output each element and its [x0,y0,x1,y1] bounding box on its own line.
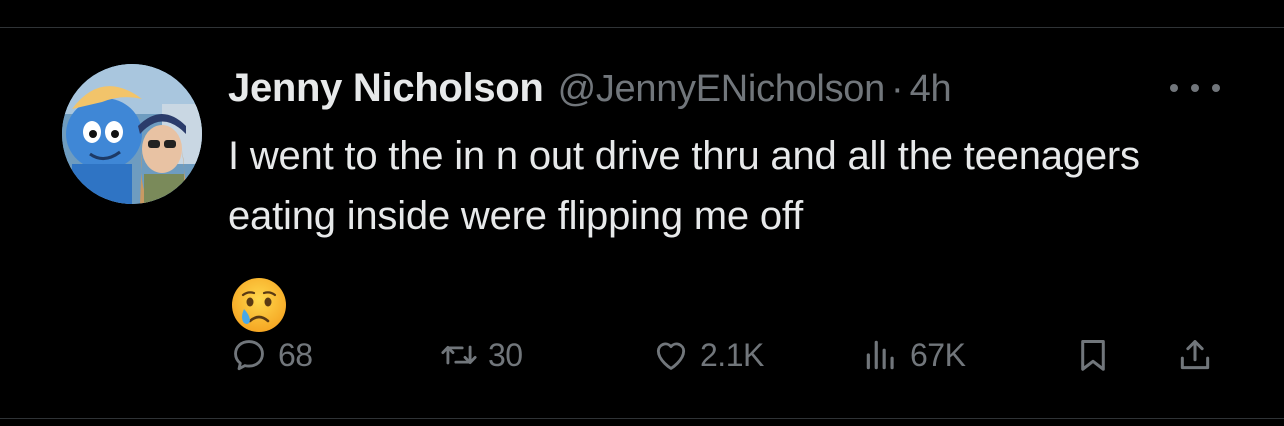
share-icon [1180,340,1210,370]
tweet-text: I went to the in n out drive thru and al… [228,134,1140,238]
avatar[interactable] [62,64,202,204]
timestamp[interactable]: 4h [910,68,952,111]
action-bar: 68 30 2.1K 67K [0,330,1284,380]
more-dot [1191,84,1199,92]
like-count: 2.1K [700,336,764,373]
bookmark-icon [1081,340,1105,371]
bottom-divider [0,418,1284,419]
crying-face-emoji [230,276,288,334]
bookmark-button[interactable] [1074,330,1112,380]
tweet[interactable]: Jenny Nicholson @JennyENicholson · 4h I … [0,28,1284,418]
retweet-button[interactable]: 30 [440,330,523,380]
more-dot [1212,84,1220,92]
more-dot [1170,84,1178,92]
reply-count: 68 [278,336,313,373]
reply-icon [234,340,264,371]
retweet-count: 30 [488,336,523,373]
tweet-header: Jenny Nicholson @JennyENicholson · 4h [228,66,952,114]
like-button[interactable]: 2.1K [652,330,764,380]
separator-dot: · [890,68,904,110]
reply-button[interactable]: 68 [230,330,313,380]
view-count: 67K [910,336,966,373]
author-name[interactable]: Jenny Nicholson [228,66,544,111]
retweet-icon [441,345,477,365]
avatar-image [62,64,202,204]
views-button[interactable]: 67K [862,330,966,380]
like-icon [656,342,686,370]
more-icon[interactable] [1170,78,1220,98]
views-icon [866,340,894,370]
author-handle[interactable]: @JennyENicholson [558,68,886,111]
share-button[interactable] [1176,330,1214,380]
